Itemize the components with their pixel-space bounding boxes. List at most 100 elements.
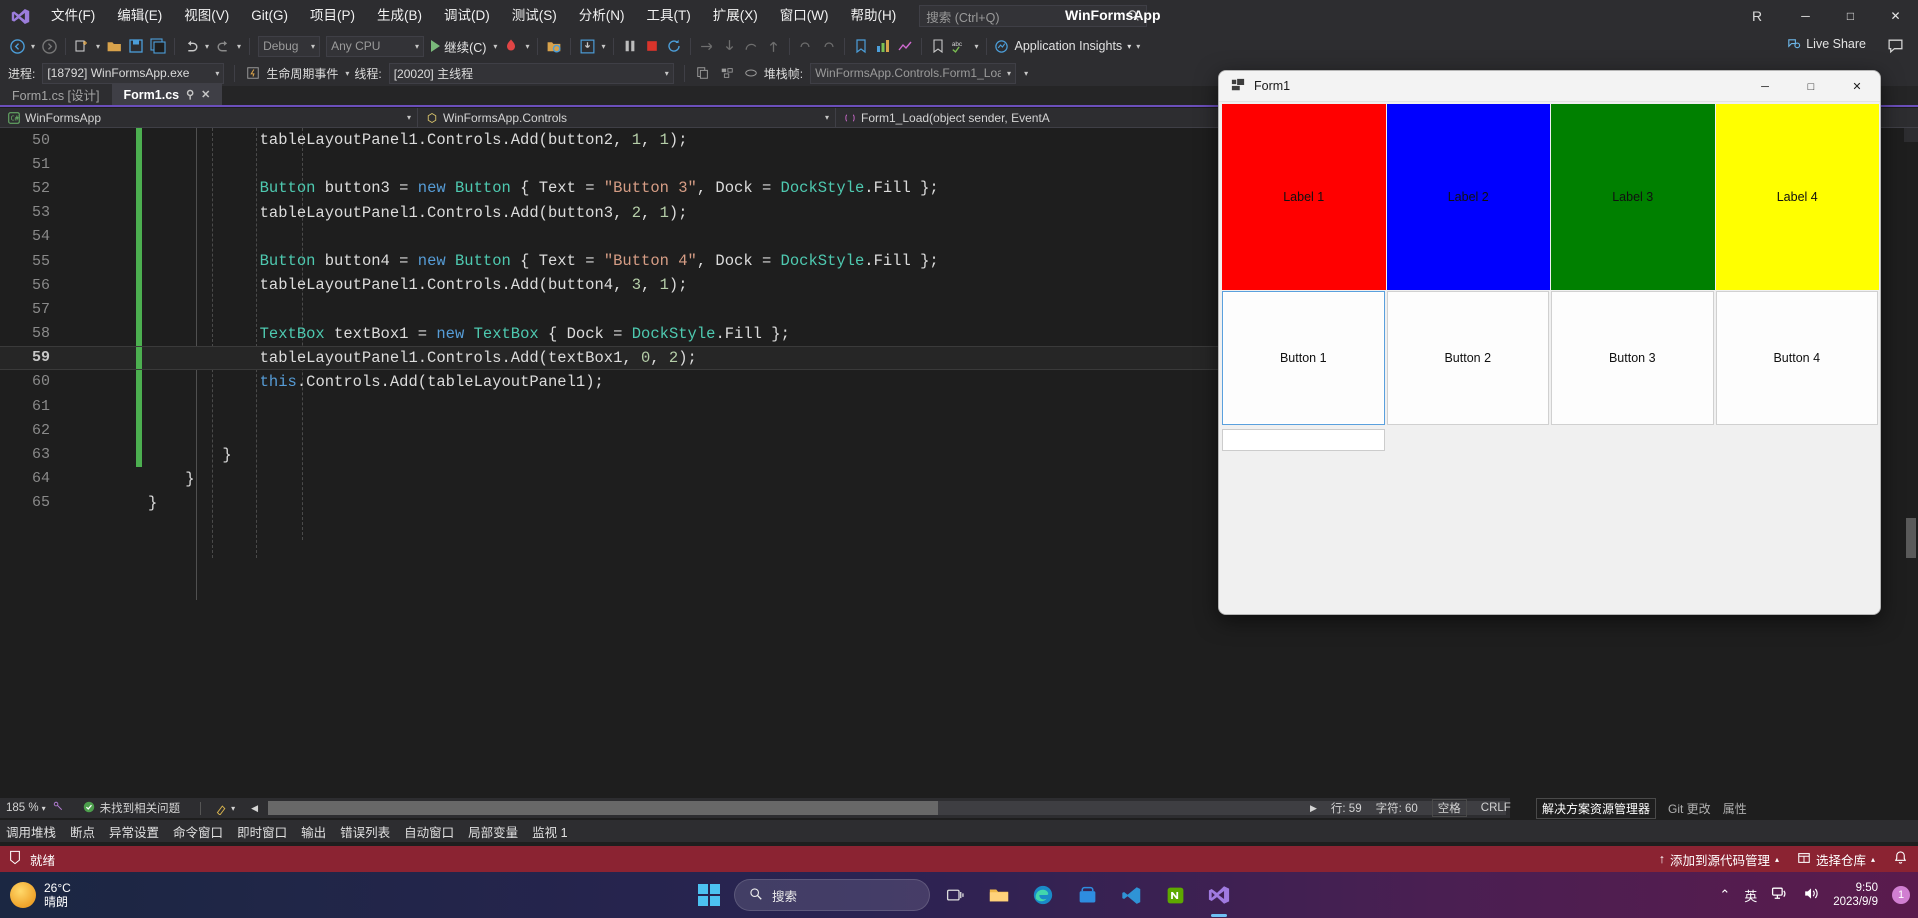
add-to-source-control-button[interactable]: ↑ 添加到源代码管理 ▴ [1659, 850, 1779, 869]
menu-project[interactable]: 项目(P) [299, 3, 366, 29]
step-up-icon[interactable] [762, 34, 784, 58]
redo-icon[interactable] [212, 34, 234, 58]
tab-solution-explorer[interactable]: 解决方案资源管理器 [1536, 798, 1657, 819]
hot-reload-icon[interactable] [500, 34, 522, 58]
line-ending-mode[interactable]: CRLF [1481, 802, 1511, 814]
show-external-code-icon[interactable] [740, 61, 762, 85]
thread-select[interactable]: [20020] 主线程 ▾ [388, 62, 674, 84]
textbox-1[interactable] [1222, 429, 1385, 451]
editor-vertical-scrollbar[interactable] [1904, 128, 1918, 798]
undo-arrow-icon[interactable] [795, 34, 817, 58]
new-project-icon[interactable] [71, 34, 93, 58]
tab-command-window[interactable]: 命令窗口 [173, 822, 223, 841]
menu-file[interactable]: 文件(F) [40, 3, 106, 29]
chevron-up-icon[interactable]: ⌃ [1719, 887, 1730, 903]
tab-watch-1[interactable]: 监视 1 [532, 822, 567, 841]
step-over-icon[interactable] [696, 34, 718, 58]
tab-output[interactable]: 输出 [301, 822, 326, 841]
ime-indicator[interactable]: 英 [1744, 886, 1757, 905]
menu-git[interactable]: Git(G) [240, 3, 299, 29]
indentation-mode[interactable]: 空格 [1431, 799, 1467, 817]
button-3[interactable]: Button 3 [1551, 291, 1714, 425]
tab-properties[interactable]: 属性 [1723, 800, 1747, 817]
stack-frame-select[interactable]: WinFormsApp.Controls.Form1_Load ▾ [810, 62, 1017, 84]
task-view-icon[interactable] [940, 880, 970, 910]
taskbar-search-input[interactable]: 搜索 [734, 879, 930, 911]
menu-build[interactable]: 生成(B) [366, 3, 433, 29]
weather-widget[interactable]: 26°C 晴朗 [0, 881, 71, 909]
hot-reload-dropdown-icon[interactable]: ▾ [522, 42, 532, 51]
save-all-icon[interactable] [147, 34, 169, 58]
navigate-forward-icon[interactable] [38, 34, 60, 58]
undo-icon[interactable] [180, 34, 202, 58]
nvidia-icon[interactable] [1160, 880, 1190, 910]
button-2[interactable]: Button 2 [1386, 291, 1549, 425]
minimize-button[interactable]: ─ [1783, 0, 1828, 32]
pin-icon[interactable]: ⚲ [186, 88, 194, 101]
menu-extensions[interactable]: 扩展(X) [702, 3, 769, 29]
step-out-icon[interactable] [740, 34, 762, 58]
zoom-level-select[interactable]: 185 % ▾ [6, 802, 46, 814]
windows-start-icon[interactable] [694, 880, 724, 910]
select-repository-button[interactable]: 选择仓库 ▴ [1797, 850, 1875, 869]
navigate-back-icon[interactable] [6, 34, 28, 58]
menu-debug[interactable]: 调试(D) [433, 3, 501, 29]
tab-git-changes[interactable]: Git 更改 [1668, 800, 1711, 817]
menu-test[interactable]: 测试(S) [501, 3, 568, 29]
stack-frames-icon[interactable] [716, 61, 738, 85]
navbar-member-select[interactable]: Form1_Load(object sender, EventA [836, 108, 1256, 128]
copy-stack-icon[interactable] [692, 61, 714, 85]
lifecycle-events-label[interactable]: 生命周期事件 [266, 65, 340, 82]
feedback-icon[interactable] [1887, 37, 1904, 57]
diagnostics-icon[interactable] [872, 34, 894, 58]
edge-icon[interactable] [1028, 880, 1058, 910]
stop-icon[interactable] [641, 34, 663, 58]
build-configuration-select[interactable]: Debug ▾ [258, 35, 321, 57]
process-select[interactable]: [18792] WinFormsApp.exe ▾ [42, 62, 225, 84]
menu-help[interactable]: 帮助(H) [839, 3, 907, 29]
tab-immediate-window[interactable]: 即时窗口 [237, 822, 287, 841]
tab-locals[interactable]: 局部变量 [468, 822, 518, 841]
attach-process-icon[interactable] [543, 34, 565, 58]
code-map-icon[interactable] [52, 800, 65, 816]
tab-form1-designer[interactable]: Form1.cs [设计] [0, 84, 112, 105]
navbar-class-select[interactable]: WinFormsApp.Controls ▾ [418, 107, 836, 128]
step-into-icon[interactable] [576, 34, 598, 58]
close-icon[interactable]: ✕ [201, 88, 210, 101]
menu-tools[interactable]: 工具(T) [636, 3, 702, 29]
tab-autos[interactable]: 自动窗口 [404, 822, 454, 841]
form1-minimize-button[interactable]: ─ [1742, 71, 1788, 102]
maximize-button[interactable]: □ [1828, 0, 1873, 32]
menu-window[interactable]: 窗口(W) [769, 3, 840, 29]
new-project-dropdown-icon[interactable]: ▾ [93, 42, 103, 51]
redo-arrow-icon[interactable] [817, 34, 839, 58]
step-down-icon[interactable] [718, 34, 740, 58]
form1-title-bar[interactable]: Form1 ─ □ ✕ [1219, 71, 1880, 102]
application-insights-button[interactable]: Application Insights ▾ [992, 34, 1133, 58]
step-dropdown-icon[interactable]: ▾ [598, 42, 608, 51]
form1-close-button[interactable]: ✕ [1834, 71, 1880, 102]
scrollbar-thumb[interactable] [268, 801, 939, 815]
hscroll-left-arrow[interactable]: ◀ [251, 803, 258, 814]
bell-icon[interactable] [1893, 850, 1908, 868]
back-dropdown-icon[interactable]: ▾ [28, 42, 38, 51]
scrollbar-thumb[interactable] [1906, 518, 1916, 558]
vscode-icon[interactable] [1116, 880, 1146, 910]
button-4[interactable]: Button 4 [1715, 291, 1878, 425]
visual-studio-icon[interactable] [1204, 880, 1234, 910]
continue-button[interactable]: 继续(C) [427, 34, 490, 58]
tab-form1-cs[interactable]: Form1.cs ⚲ ✕ [111, 84, 223, 105]
store-icon[interactable] [1072, 880, 1102, 910]
pause-icon[interactable] [619, 34, 641, 58]
notification-badge[interactable]: 1 [1892, 886, 1910, 904]
spell-dropdown-icon[interactable]: ▾ [971, 42, 981, 51]
spell-check-icon[interactable]: abc [949, 34, 971, 58]
menu-edit[interactable]: 编辑(E) [106, 3, 173, 29]
form1-maximize-button[interactable]: □ [1788, 71, 1834, 102]
issues-status[interactable]: 未找到相关问题 [83, 800, 180, 816]
continue-dropdown-icon[interactable]: ▾ [490, 42, 500, 51]
tab-exception-settings[interactable]: 异常设置 [109, 822, 159, 841]
live-share-button[interactable]: Live Share [1786, 36, 1866, 51]
undo-dropdown-icon[interactable]: ▾ [202, 42, 212, 51]
save-icon[interactable] [125, 34, 147, 58]
